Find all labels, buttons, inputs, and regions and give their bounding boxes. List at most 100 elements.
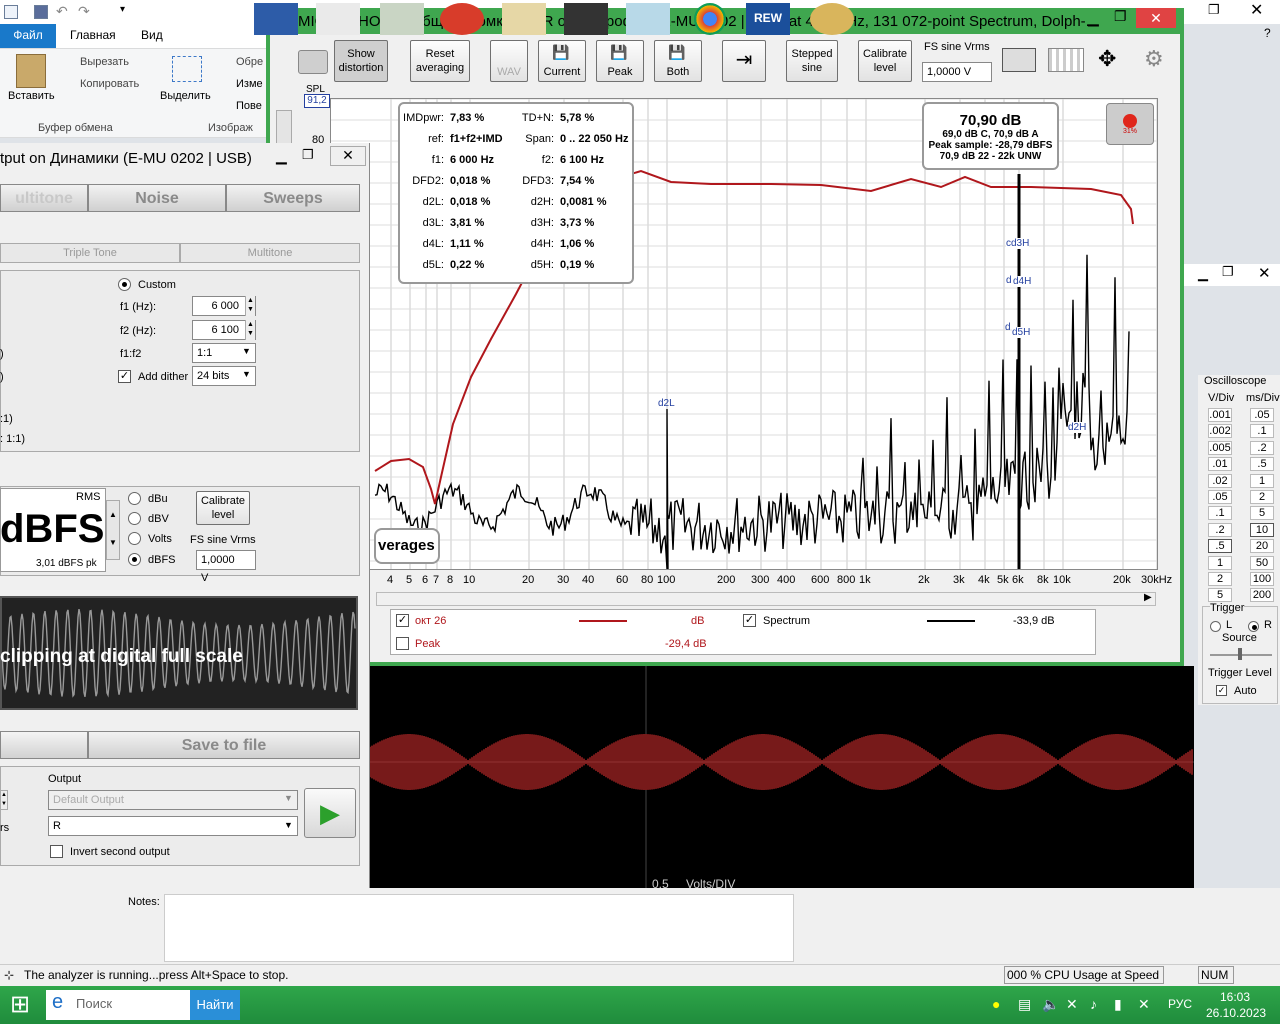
vdiv-button[interactable]: .5 bbox=[1208, 539, 1232, 554]
select-button[interactable]: Выделить bbox=[160, 90, 211, 102]
ratio-dropdown-icon[interactable]: ▼ bbox=[242, 346, 251, 356]
msdiv-button[interactable]: 1 bbox=[1250, 473, 1274, 488]
taskbar-app-7[interactable] bbox=[626, 3, 670, 35]
side-maximize-icon[interactable]: ❐ bbox=[1222, 264, 1234, 280]
side-minimize-icon[interactable]: ▁ bbox=[1198, 266, 1208, 282]
paint-taskbar-icon[interactable] bbox=[810, 3, 854, 35]
trigger-slider-handle[interactable] bbox=[1238, 648, 1242, 660]
dither-dropdown-icon[interactable]: ▼ bbox=[242, 369, 251, 379]
vdiv-button[interactable]: 5 bbox=[1208, 588, 1232, 603]
msdiv-button[interactable]: 2 bbox=[1250, 490, 1274, 504]
clock-date[interactable]: 26.10.2023 bbox=[1206, 1006, 1266, 1020]
f1-spinner[interactable]: ▲ ▼ bbox=[245, 296, 255, 316]
fit-arrows-icon[interactable]: ✥ bbox=[1098, 46, 1116, 72]
save-to-file-button[interactable]: Save to file bbox=[88, 731, 360, 759]
legend-peak-checkbox[interactable] bbox=[396, 637, 409, 650]
vdiv-button[interactable]: 1 bbox=[1208, 555, 1232, 570]
unit-volts-radio[interactable] bbox=[128, 532, 141, 545]
output-channel-dropdown-icon[interactable]: ▼ bbox=[284, 820, 293, 830]
msdiv-button[interactable]: 10 bbox=[1250, 522, 1274, 537]
tab-sweeps[interactable]: Sweeps bbox=[226, 184, 360, 212]
vdiv-button[interactable]: .05 bbox=[1208, 490, 1232, 504]
clock-time[interactable]: 16:03 bbox=[1220, 990, 1250, 1004]
speaker-icon[interactable]: 🔈 bbox=[1042, 996, 1059, 1013]
left-spinner[interactable]: ▲ ▼ bbox=[0, 790, 8, 810]
camera-icon[interactable] bbox=[298, 50, 328, 74]
msdiv-button[interactable]: 20 bbox=[1250, 539, 1274, 554]
level-spinner[interactable]: ▲ ▼ bbox=[106, 500, 120, 560]
legend-spectrum-checkbox[interactable]: ✓ bbox=[743, 614, 756, 627]
msdiv-button[interactable]: .5 bbox=[1250, 457, 1274, 472]
tray-icon-2[interactable]: ▤ bbox=[1018, 996, 1031, 1013]
unit-dbu-radio[interactable] bbox=[128, 492, 141, 505]
close-icon[interactable]: ✕ bbox=[1250, 0, 1263, 20]
monitor-icon[interactable] bbox=[1002, 48, 1036, 72]
chrome-icon[interactable] bbox=[694, 3, 726, 35]
crop-button[interactable]: Обре bbox=[236, 56, 263, 68]
rotate-button[interactable]: Пове bbox=[236, 100, 262, 112]
start-icon[interactable]: ⊞ bbox=[10, 990, 30, 1019]
taskbar-search[interactable] bbox=[46, 990, 190, 1020]
close-button[interactable]: ✕ bbox=[1136, 8, 1176, 28]
trigger-r-radio[interactable] bbox=[1248, 621, 1259, 632]
volume-icon[interactable]: ♪ bbox=[1090, 996, 1097, 1012]
status-expand-icon[interactable]: ⊹ bbox=[4, 964, 14, 986]
msdiv-button[interactable]: 200 bbox=[1250, 588, 1274, 603]
f2-spinner[interactable]: ▲ ▼ bbox=[245, 320, 255, 340]
calibrate-level-button[interactable]: Calibrate level bbox=[858, 40, 912, 82]
taskbar-app-3[interactable] bbox=[380, 3, 424, 35]
subtab-triple-tone[interactable]: Triple Tone bbox=[0, 243, 180, 263]
maximize-icon[interactable]: ❐ bbox=[1114, 8, 1127, 25]
show-distortion-button[interactable]: Show distortion bbox=[334, 40, 388, 82]
redo-icon[interactable]: ↷ bbox=[78, 3, 90, 20]
scroll-right-icon[interactable]: ▶ bbox=[1144, 592, 1152, 603]
unit-dbv-radio[interactable] bbox=[128, 512, 141, 525]
undo-icon[interactable]: ↶ bbox=[56, 3, 68, 20]
x-scrollbar[interactable] bbox=[376, 592, 1156, 606]
msdiv-button[interactable]: .2 bbox=[1250, 440, 1274, 455]
output-default-dropdown-icon[interactable]: ▼ bbox=[284, 793, 293, 803]
gen-fs-sine-input[interactable]: 1,0000 V bbox=[196, 550, 256, 584]
vdiv-button[interactable]: .1 bbox=[1208, 506, 1232, 521]
quick-access-dropdown-icon[interactable]: ▾ bbox=[120, 4, 125, 15]
vdiv-button[interactable]: .005 bbox=[1208, 440, 1232, 455]
vdiv-button[interactable]: 2 bbox=[1208, 572, 1232, 586]
export-icon[interactable]: ⇥ bbox=[722, 40, 766, 82]
maximize-icon[interactable]: ❐ bbox=[1208, 2, 1220, 18]
tray-icon-1[interactable]: ● bbox=[992, 996, 1000, 1012]
tab-home[interactable]: Главная bbox=[70, 28, 116, 42]
network-icon[interactable]: ✕ bbox=[1066, 996, 1078, 1013]
language-indicator[interactable]: РУС bbox=[1168, 997, 1192, 1011]
gear-icon[interactable]: ⚙ bbox=[1144, 46, 1164, 72]
vdiv-button[interactable]: .02 bbox=[1208, 473, 1232, 488]
copy-button[interactable]: Копировать bbox=[80, 78, 139, 90]
rew-taskbar-icon[interactable]: REW bbox=[746, 3, 790, 35]
wav-button[interactable]: WAV bbox=[490, 40, 528, 82]
legend-row1-checkbox[interactable]: ✓ bbox=[396, 614, 409, 627]
custom-radio[interactable] bbox=[118, 278, 131, 291]
subtab-multitone[interactable]: Multitone bbox=[180, 243, 360, 263]
cut-button[interactable]: Вырезать bbox=[80, 56, 129, 68]
msdiv-button[interactable]: .05 bbox=[1250, 408, 1274, 422]
auto-checkbox[interactable]: ✓ bbox=[1216, 685, 1227, 696]
invert-second-output-checkbox[interactable] bbox=[50, 845, 63, 858]
reset-averaging-button[interactable]: Reset averaging bbox=[410, 40, 470, 82]
taskbar-app-4[interactable] bbox=[440, 3, 484, 35]
vdiv-button[interactable]: .01 bbox=[1208, 457, 1232, 472]
taskbar-app-5[interactable] bbox=[502, 3, 546, 35]
columns-icon[interactable] bbox=[1048, 48, 1084, 72]
vdiv-button[interactable]: .002 bbox=[1208, 424, 1232, 439]
taskbar-app-1[interactable] bbox=[254, 3, 298, 35]
vdiv-button[interactable]: .2 bbox=[1208, 522, 1232, 537]
help-icon[interactable]: ? bbox=[1264, 26, 1271, 40]
vdiv-button[interactable]: .001 bbox=[1208, 408, 1232, 422]
paste-label[interactable]: Вставить bbox=[8, 90, 55, 102]
dither-checkbox[interactable]: ✓ bbox=[118, 370, 131, 383]
minimize-icon[interactable]: ▁ bbox=[1088, 10, 1099, 27]
paste-icon[interactable] bbox=[16, 54, 46, 88]
side-close-icon[interactable]: ✕ bbox=[1258, 264, 1271, 282]
msdiv-button[interactable]: 5 bbox=[1250, 506, 1274, 521]
save-icon[interactable] bbox=[34, 5, 48, 19]
resize-button[interactable]: Изме bbox=[236, 78, 263, 90]
notes-input[interactable] bbox=[164, 894, 794, 962]
